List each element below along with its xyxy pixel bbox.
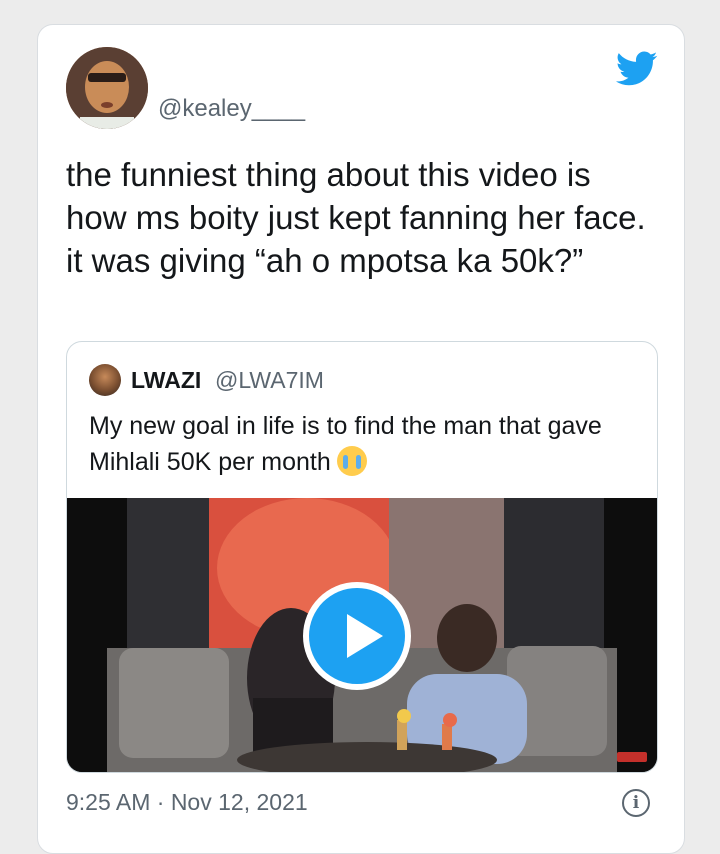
tweet-timestamp[interactable]: 9:25 AM · Nov 12, 2021 bbox=[66, 789, 308, 816]
author-avatar[interactable] bbox=[66, 47, 148, 129]
quoted-tweet[interactable]: LWAZI @LWA7IM My new goal in life is to … bbox=[66, 341, 658, 773]
quoted-avatar[interactable] bbox=[89, 364, 121, 396]
quoted-text: My new goal in life is to find the man t… bbox=[89, 408, 649, 480]
info-icon[interactable]: i bbox=[622, 789, 650, 817]
tweet-text: the funniest thing about this video is h… bbox=[66, 156, 646, 279]
video-player[interactable] bbox=[67, 498, 657, 772]
play-button-circle bbox=[309, 588, 405, 684]
quoted-handle[interactable]: @LWA7IM bbox=[215, 367, 324, 394]
quoted-display-name[interactable]: LWAZI bbox=[131, 367, 201, 394]
play-icon bbox=[347, 614, 383, 658]
play-button[interactable] bbox=[303, 582, 411, 690]
author-handle[interactable]: @kealey____ bbox=[158, 95, 305, 123]
youtube-subscribe-badge bbox=[617, 752, 647, 762]
twitter-bird-icon[interactable] bbox=[616, 51, 658, 87]
crying-face-emoji-icon bbox=[336, 446, 367, 476]
tweet-card[interactable]: @kealey____ the funniest thing about thi… bbox=[37, 24, 685, 854]
